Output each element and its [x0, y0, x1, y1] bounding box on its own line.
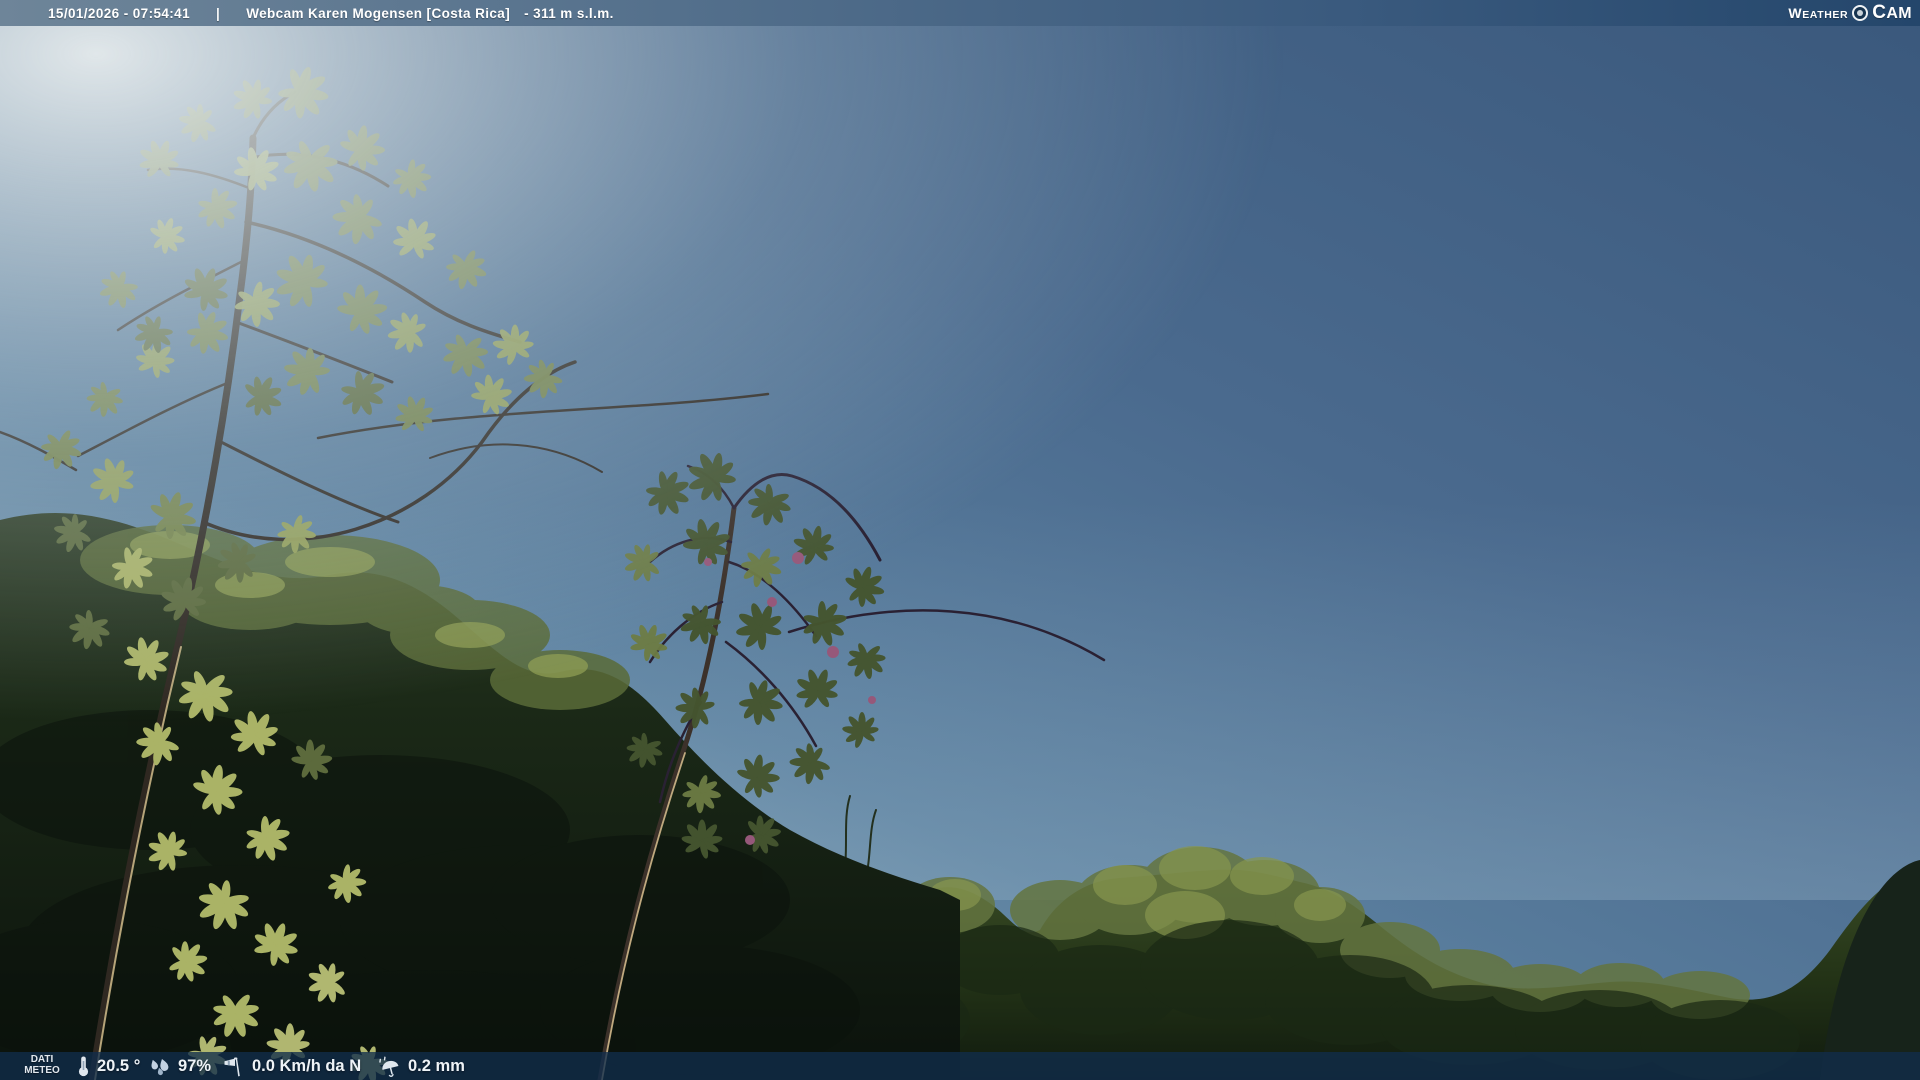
umbrella-rain-icon: [379, 1056, 399, 1077]
webcam-viewer: { "header": { "timestamp": "15/01/2026 -…: [0, 0, 1920, 1080]
humidity-icon: [151, 1059, 169, 1076]
brand-cam-text: CAM: [1872, 2, 1912, 23]
weather-data-label-line1: DATI: [30, 1054, 54, 1065]
webcam-title: Webcam Karen Mogensen [Costa Rica]: [246, 5, 511, 21]
thermometer-icon: [78, 1056, 89, 1077]
metric-temperature: 20.5 °: [76, 1052, 140, 1080]
metric-precipitation: 0.2 mm: [378, 1052, 465, 1080]
weather-data-label-line2: METEO: [24, 1065, 60, 1076]
top-bar: 15/01/2026 - 07:54:41 | Webcam Karen Mog…: [0, 0, 1920, 26]
camera-lens-icon: [1852, 5, 1869, 21]
wind-value: 0.0 Km/h da N: [252, 1056, 362, 1075]
elevation: - 311 m s.l.m.: [524, 5, 614, 21]
timestamp: 15/01/2026 - 07:54:41: [48, 5, 191, 21]
weathercam-logo: WEATHER CAM: [1788, 0, 1912, 26]
precipitation-value: 0.2 mm: [408, 1056, 465, 1075]
sun-glare: [0, 0, 1920, 1080]
windsock-icon: [224, 1057, 240, 1077]
metric-wind: 0.0 Km/h da N: [222, 1052, 361, 1080]
weather-bar: DATI METEO 20.5 ° 97% 0.0 Km/h da N 0.2 …: [0, 1052, 1920, 1080]
webcam-photo: [0, 0, 1920, 1080]
temperature-value: 20.5 °: [97, 1056, 141, 1075]
weather-data-label: DATI METEO: [16, 1054, 68, 1076]
metric-humidity: 97%: [148, 1052, 211, 1080]
brand-weather-text: WEATHER: [1788, 5, 1849, 21]
separator: |: [216, 5, 221, 21]
humidity-value: 97%: [178, 1056, 212, 1075]
